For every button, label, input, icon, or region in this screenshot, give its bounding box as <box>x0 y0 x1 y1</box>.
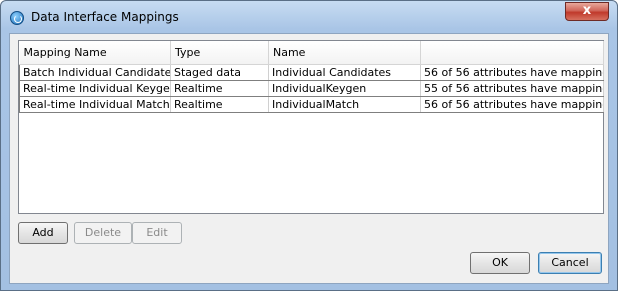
cell-type: Realtime <box>170 96 269 113</box>
cell-status: 56 of 56 attributes have mappings <box>420 96 604 113</box>
cell-mapping-name: Real-time Individual Keygen <box>19 80 171 97</box>
cell-status: 55 of 56 attributes have mappings <box>420 80 604 97</box>
mappings-table: Mapping Name Type Name Batch Individual … <box>19 41 604 113</box>
dialog-window: Data Interface Mappings x Mapping Name T… <box>0 0 618 291</box>
delete-button[interactable]: Delete <box>74 222 132 244</box>
column-header-type[interactable]: Type <box>170 41 269 65</box>
cell-type: Realtime <box>170 80 269 97</box>
ok-button[interactable]: OK <box>470 252 530 274</box>
add-button[interactable]: Add <box>18 222 68 244</box>
table-row[interactable]: Real-time Individual Match Realtime Indi… <box>19 96 604 113</box>
cancel-button[interactable]: Cancel <box>538 252 602 274</box>
close-icon: x <box>582 3 592 18</box>
table-header-row: Mapping Name Type Name <box>19 41 604 65</box>
cell-mapping-name: Real-time Individual Match <box>19 96 171 113</box>
cell-name: IndividualKeygen <box>268 80 421 97</box>
app-icon <box>10 11 24 25</box>
table-row[interactable]: Batch Individual Candidates Staged data … <box>19 63 604 81</box>
window-title: Data Interface Mappings <box>31 10 179 24</box>
edit-button[interactable]: Edit <box>132 222 182 244</box>
cell-type: Staged data <box>170 63 269 81</box>
cell-name: Individual Candidates <box>268 63 421 81</box>
column-header-status[interactable] <box>420 41 604 65</box>
dialog-client-area: Mapping Name Type Name Batch Individual … <box>9 33 609 284</box>
cell-mapping-name: Batch Individual Candidates <box>19 63 171 81</box>
mappings-table-panel: Mapping Name Type Name Batch Individual … <box>18 40 604 214</box>
cell-status: 56 of 56 attributes have mappings <box>420 63 604 81</box>
cell-name: IndividualMatch <box>268 96 421 113</box>
table-row[interactable]: Real-time Individual Keygen Realtime Ind… <box>19 80 604 97</box>
column-header-mapping-name[interactable]: Mapping Name <box>19 41 171 65</box>
column-header-name[interactable]: Name <box>268 41 421 65</box>
close-button[interactable]: x <box>565 2 609 21</box>
title-bar[interactable]: Data Interface Mappings x <box>1 1 617 33</box>
